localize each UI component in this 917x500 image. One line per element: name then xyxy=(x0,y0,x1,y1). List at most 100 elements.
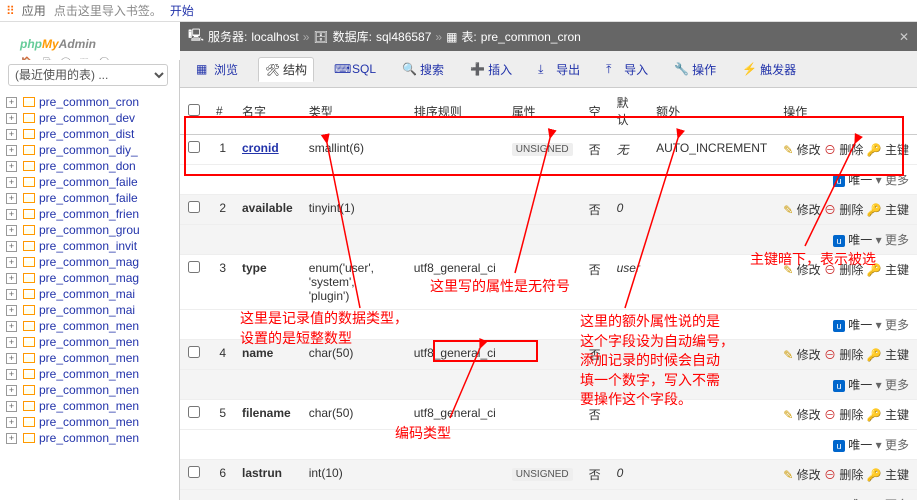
sidebar-table-item[interactable]: +pre_common_grou xyxy=(0,222,179,238)
primary-action[interactable]: 🔑 主键 xyxy=(867,203,909,217)
expand-icon[interactable]: + xyxy=(6,289,17,300)
edit-action[interactable]: ✎ 修改 xyxy=(783,143,820,157)
sidebar-table-item[interactable]: +pre_common_men xyxy=(0,334,179,350)
sidebar-table-item[interactable]: +pre_common_cron xyxy=(0,94,179,110)
expand-icon[interactable]: + xyxy=(6,225,17,236)
expand-icon[interactable]: + xyxy=(6,129,17,140)
tab-operations[interactable]: 🔧操作 xyxy=(668,57,722,81)
expand-icon[interactable]: + xyxy=(6,321,17,332)
unique-action[interactable]: u 唯一 xyxy=(833,378,872,392)
primary-action[interactable]: 🔑 主键 xyxy=(867,468,909,482)
breadcrumb-table[interactable]: pre_common_cron xyxy=(481,30,581,44)
tab-export[interactable]: ⤓导出 xyxy=(532,57,586,81)
expand-icon[interactable]: + xyxy=(6,97,17,108)
breadcrumb-db[interactable]: sql486587 xyxy=(376,30,431,44)
expand-icon[interactable]: + xyxy=(6,385,17,396)
more-action[interactable]: ▾ 更多 xyxy=(876,173,909,187)
sidebar-table-item[interactable]: +pre_common_men xyxy=(0,414,179,430)
sidebar-table-item[interactable]: +pre_common_mag xyxy=(0,254,179,270)
expand-icon[interactable]: + xyxy=(6,433,17,444)
sidebar-table-item[interactable]: +pre_common_mag xyxy=(0,270,179,286)
sidebar-table-item[interactable]: +pre_common_men xyxy=(0,398,179,414)
row-checkbox[interactable] xyxy=(188,201,200,213)
expand-icon[interactable]: + xyxy=(6,177,17,188)
sidebar-table-item[interactable]: +pre_common_mai xyxy=(0,302,179,318)
sidebar-table-item[interactable]: +pre_common_men xyxy=(0,366,179,382)
drop-action[interactable]: ⊖ 删除 xyxy=(824,408,863,422)
unique-action[interactable]: u 唯一 xyxy=(833,173,872,187)
primary-action[interactable]: 🔑 主键 xyxy=(867,348,909,362)
drop-action[interactable]: ⊖ 删除 xyxy=(824,263,863,277)
tab-triggers[interactable]: ⚡触发器 xyxy=(736,57,802,81)
select-all-checkbox[interactable] xyxy=(188,104,200,116)
expand-icon[interactable]: + xyxy=(6,337,17,348)
col-name[interactable]: cronid xyxy=(234,135,301,165)
more-action[interactable]: ▾ 更多 xyxy=(876,318,909,332)
row-checkbox[interactable] xyxy=(188,261,200,273)
tab-import[interactable]: ⤒导入 xyxy=(600,57,654,81)
sidebar-table-item[interactable]: +pre_common_men xyxy=(0,350,179,366)
sidebar-table-item[interactable]: +pre_common_men xyxy=(0,318,179,334)
drop-action[interactable]: ⊖ 删除 xyxy=(824,348,863,362)
more-action[interactable]: ▾ 更多 xyxy=(876,233,909,247)
drop-action[interactable]: ⊖ 删除 xyxy=(824,203,863,217)
expand-icon[interactable]: + xyxy=(6,209,17,220)
sidebar-table-item[interactable]: +pre_common_mai xyxy=(0,286,179,302)
col-name[interactable]: name xyxy=(234,340,301,370)
drop-action[interactable]: ⊖ 删除 xyxy=(824,143,863,157)
unique-action[interactable]: u 唯一 xyxy=(833,318,872,332)
expand-icon[interactable]: + xyxy=(6,161,17,172)
breadcrumb-close-icon[interactable]: ✕ xyxy=(899,30,909,44)
edit-action[interactable]: ✎ 修改 xyxy=(783,348,820,362)
col-name[interactable]: available xyxy=(234,195,301,225)
expand-icon[interactable]: + xyxy=(6,417,17,428)
sidebar-table-item[interactable]: +pre_common_invit xyxy=(0,238,179,254)
tab-browse[interactable]: ▦浏览 xyxy=(190,57,244,81)
expand-icon[interactable]: + xyxy=(6,353,17,364)
sidebar-table-item[interactable]: +pre_common_diy_ xyxy=(0,142,179,158)
sidebar-table-item[interactable]: +pre_common_men xyxy=(0,430,179,446)
edit-action[interactable]: ✎ 修改 xyxy=(783,263,820,277)
expand-icon[interactable]: + xyxy=(6,401,17,412)
primary-action[interactable]: 🔑 主键 xyxy=(867,408,909,422)
primary-action[interactable]: 🔑 主键 xyxy=(867,263,909,277)
expand-icon[interactable]: + xyxy=(6,257,17,268)
col-name[interactable]: type xyxy=(234,255,301,310)
expand-icon[interactable]: + xyxy=(6,193,17,204)
recent-tables-select[interactable]: (最近使用的表) ... xyxy=(8,64,168,86)
primary-action[interactable]: 🔑 主键 xyxy=(867,143,909,157)
tab-sql[interactable]: ⌨SQL xyxy=(328,57,382,81)
sidebar-table-item[interactable]: +pre_common_men xyxy=(0,382,179,398)
drop-action[interactable]: ⊖ 删除 xyxy=(824,468,863,482)
tab-search[interactable]: 🔍搜索 xyxy=(396,57,450,81)
start-link[interactable]: 开始 xyxy=(170,2,194,19)
sidebar-table-item[interactable]: +pre_common_frien xyxy=(0,206,179,222)
unique-action[interactable]: u 唯一 xyxy=(833,233,872,247)
breadcrumb-server[interactable]: localhost xyxy=(251,30,298,44)
tab-insert[interactable]: ➕插入 xyxy=(464,57,518,81)
edit-action[interactable]: ✎ 修改 xyxy=(783,408,820,422)
sidebar-table-item[interactable]: +pre_common_dev xyxy=(0,110,179,126)
more-action[interactable]: ▾ 更多 xyxy=(876,378,909,392)
row-checkbox[interactable] xyxy=(188,466,200,478)
col-name[interactable]: lastrun xyxy=(234,460,301,490)
edit-action[interactable]: ✎ 修改 xyxy=(783,203,820,217)
row-checkbox[interactable] xyxy=(188,406,200,418)
row-checkbox[interactable] xyxy=(188,346,200,358)
col-name[interactable]: filename xyxy=(234,400,301,430)
expand-icon[interactable]: + xyxy=(6,273,17,284)
bookmark-hint[interactable]: 点击这里导入书签。 xyxy=(54,2,162,19)
expand-icon[interactable]: + xyxy=(6,369,17,380)
sidebar-table-item[interactable]: +pre_common_don xyxy=(0,158,179,174)
more-action[interactable]: ▾ 更多 xyxy=(876,438,909,452)
sidebar-table-item[interactable]: +pre_common_faile xyxy=(0,174,179,190)
unique-action[interactable]: u 唯一 xyxy=(833,438,872,452)
tab-structure[interactable]: 🛠结构 xyxy=(258,57,314,82)
expand-icon[interactable]: + xyxy=(6,305,17,316)
sidebar-table-item[interactable]: +pre_common_dist xyxy=(0,126,179,142)
expand-icon[interactable]: + xyxy=(6,113,17,124)
expand-icon[interactable]: + xyxy=(6,241,17,252)
row-checkbox[interactable] xyxy=(188,141,200,153)
sidebar-table-item[interactable]: +pre_common_faile xyxy=(0,190,179,206)
edit-action[interactable]: ✎ 修改 xyxy=(783,468,820,482)
